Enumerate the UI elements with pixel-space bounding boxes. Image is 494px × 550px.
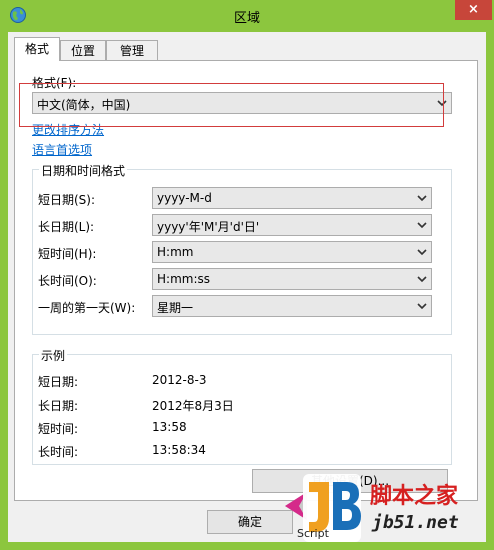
tab-administrative[interactable]: 管理 <box>106 40 158 60</box>
long-time-value: H:mm:ss <box>157 272 210 286</box>
long-date-label: 长日期(L): <box>38 220 95 234</box>
chevron-down-icon <box>417 276 427 283</box>
example-short-date-label: 短日期: <box>38 375 79 389</box>
watermark-site-name: 脚本之家 <box>370 483 459 509</box>
title-bar: 区域 × <box>0 0 494 32</box>
chevron-down-icon <box>417 249 427 256</box>
tab-location[interactable]: 位置 <box>60 40 106 60</box>
close-button[interactable]: × <box>455 0 492 20</box>
first-day-of-week-label: 一周的第一天(W): <box>38 301 136 315</box>
short-date-label: 短日期(S): <box>38 193 96 207</box>
chevron-down-icon <box>417 222 427 229</box>
region-dialog: 区域 × 格式 位置 管理 格式(F): 中文(简体，中国) 更改排序方法 语言… <box>0 0 494 550</box>
datetime-format-group: 日期和时间格式 短日期(S): yyyy-M-d 长日期(L): yyyy'年'… <box>32 162 452 335</box>
example-long-date-label: 长日期: <box>38 399 79 413</box>
short-date-value: yyyy-M-d <box>157 191 212 205</box>
first-day-of-week-select[interactable]: 星期一 <box>152 295 432 317</box>
example-short-time-value: 13:58 <box>152 420 187 434</box>
examples-group-title: 示例 <box>39 347 68 364</box>
example-short-time-label: 短时间: <box>38 422 79 436</box>
long-date-select[interactable]: yyyy'年'M'月'd'日' <box>152 214 432 236</box>
example-long-date-value: 2012年8月3日 <box>152 399 234 413</box>
long-time-label: 长时间(O): <box>38 274 97 288</box>
tab-format[interactable]: 格式 <box>14 37 60 61</box>
examples-group: 示例 短日期: 2012-8-3 长日期: 2012年8月3日 短时间: 13:… <box>32 347 452 465</box>
window-title: 区域 <box>233 11 260 26</box>
watermark-domain: jb51.net <box>372 512 459 533</box>
datetime-group-title: 日期和时间格式 <box>39 162 128 179</box>
example-long-time-value: 13:58:34 <box>152 443 206 457</box>
ok-button[interactable]: 确定 <box>207 510 293 534</box>
short-time-value: H:mm <box>157 245 194 259</box>
example-long-time-label: 长时间: <box>38 445 79 459</box>
long-date-value: yyyy'年'M'月'd'日' <box>157 220 260 234</box>
example-short-date-value: 2012-8-3 <box>152 373 207 387</box>
short-time-label: 短时间(H): <box>38 247 97 261</box>
short-date-select[interactable]: yyyy-M-d <box>152 187 432 209</box>
long-time-select[interactable]: H:mm:ss <box>152 268 432 290</box>
format-highlight-frame <box>19 83 444 127</box>
language-preferences-link[interactable]: 语言首选项 <box>32 141 92 158</box>
chevron-down-icon <box>417 195 427 202</box>
watermark-script-text: Script <box>297 527 329 540</box>
short-time-select[interactable]: H:mm <box>152 241 432 263</box>
chevron-down-icon <box>417 303 427 310</box>
first-day-of-week-value: 星期一 <box>157 301 194 315</box>
